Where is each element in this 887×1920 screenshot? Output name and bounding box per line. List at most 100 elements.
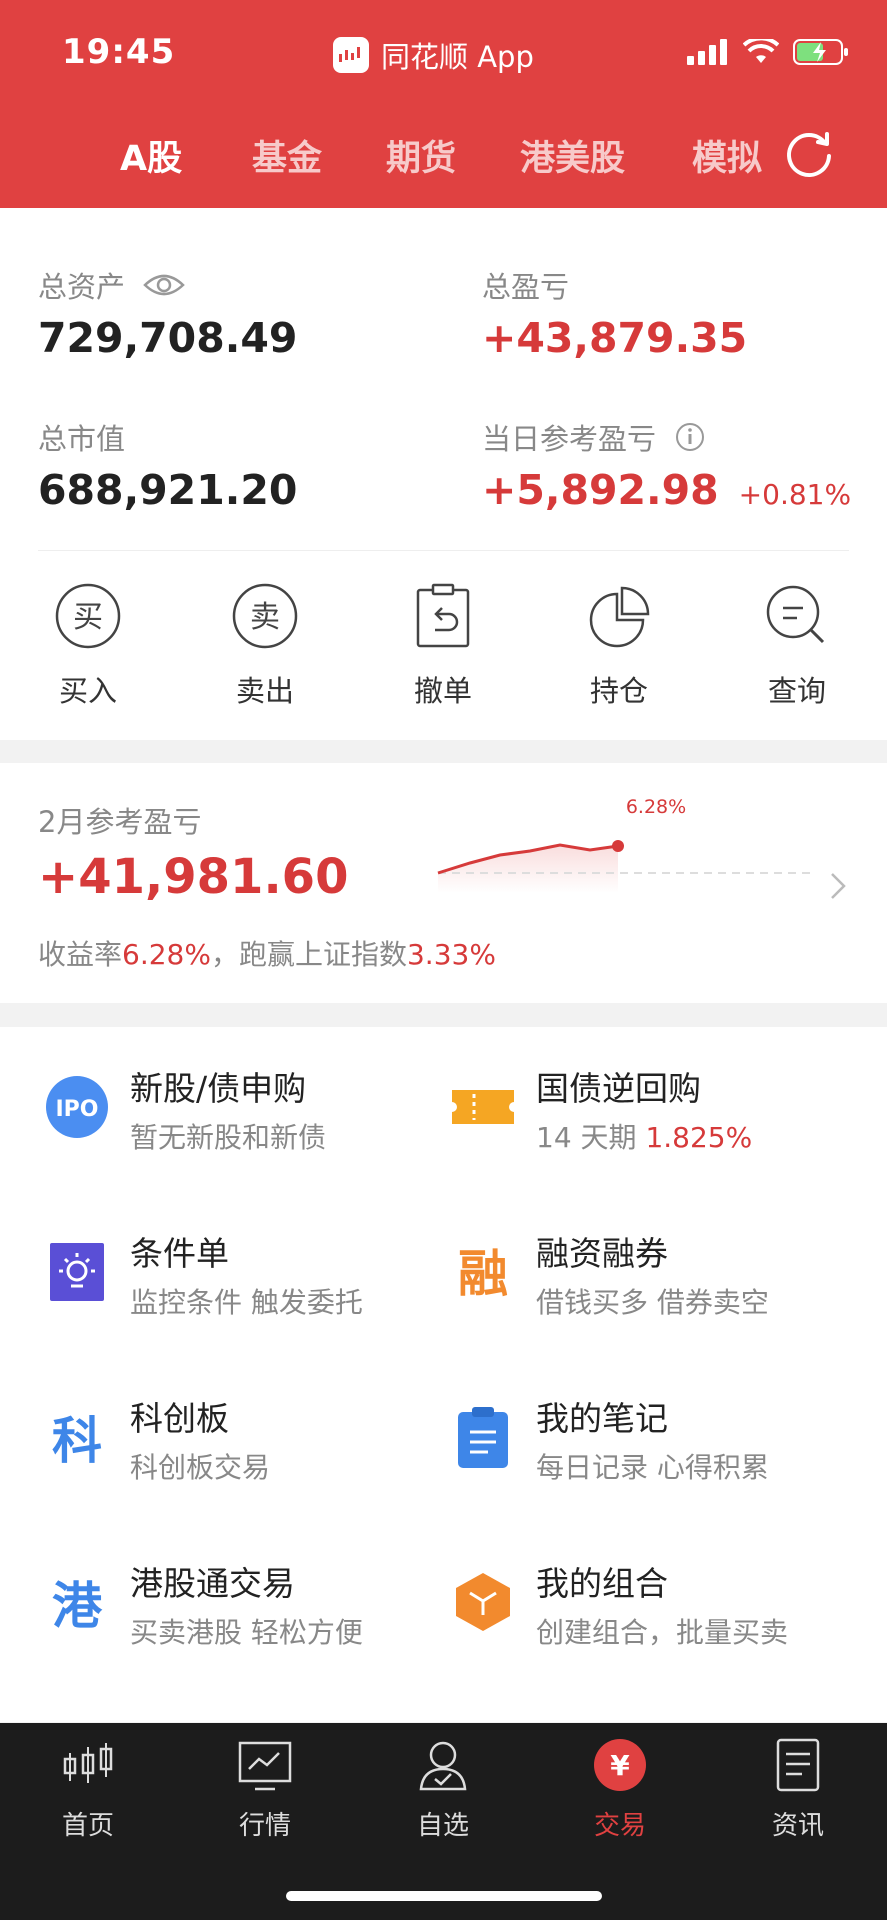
document-icon [776, 1738, 820, 1792]
nav-home[interactable]: 首页 [28, 1737, 148, 1842]
status-time: 19:45 [62, 32, 176, 72]
nav-label: 首页 [61, 1811, 114, 1841]
buy-icon: 买 [55, 583, 121, 649]
nav-label: 自选 [416, 1811, 469, 1841]
monthly-pnl-panel[interactable]: 2月参考盈亏 +41,981.60 收益率6.28%，跑赢上证指数3.33% 6… [0, 763, 887, 1003]
signal-icon [687, 39, 727, 65]
monthly-pnl-label: 2月参考盈亏 [38, 805, 202, 839]
home-indicator[interactable] [286, 1891, 602, 1901]
feature-ipo[interactable]: IPO 新股/债申购 暂无新股和新债 [44, 1062, 464, 1172]
tab-simulation[interactable]: 模拟 [692, 130, 762, 181]
sell-icon: 卖 [232, 583, 298, 649]
sparkline-point [612, 840, 624, 852]
rong-icon: 融 [458, 1245, 508, 1303]
feature-title: 港股通交易 [130, 1564, 295, 1603]
ipo-icon: IPO [46, 1076, 108, 1138]
feature-subtitle: 每日记录 心得积累 [536, 1451, 769, 1484]
beat-label: ，跑赢上证指数 [210, 938, 407, 971]
info-icon[interactable] [674, 421, 706, 453]
feature-portfolio[interactable]: 我的组合 创建组合，批量买卖 [450, 1557, 870, 1667]
feature-subtitle: 科创板交易 [130, 1451, 271, 1484]
feature-repo[interactable]: 国债逆回购 14 天期 1.825% [450, 1062, 870, 1172]
nav-label: 资讯 [771, 1811, 824, 1841]
feature-title: 国债逆回购 [536, 1069, 701, 1108]
buy-label: 买入 [58, 674, 117, 708]
query-label: 查询 [767, 674, 826, 708]
cube-icon [456, 1573, 510, 1631]
daily-pnl-value: +5,892.98 [482, 466, 719, 514]
bottom-nav: 首页 行情 自选 ¥ 交易 资讯 [0, 1723, 887, 1920]
query-button[interactable]: 查询 [737, 582, 857, 710]
feature-conditional-order[interactable]: 条件单 监控条件 触发委托 [44, 1227, 464, 1337]
chevron-right-icon[interactable] [829, 871, 847, 901]
tab-hk-us[interactable]: 港美股 [520, 130, 625, 181]
feature-subtitle: 监控条件 触发委托 [130, 1286, 363, 1319]
tab-funds[interactable]: 基金 [252, 130, 322, 181]
repo-rate: 1.825% [645, 1121, 753, 1154]
feature-margin-trading[interactable]: 融 融资融券 借钱买多 借券卖空 [450, 1227, 870, 1337]
battery-icon [793, 39, 848, 65]
nav-trade[interactable]: ¥ 交易 [560, 1737, 680, 1842]
daily-pnl-percent: +0.81% [738, 478, 852, 511]
total-pnl-label: 总盈亏 [482, 270, 570, 304]
svg-text:科: 科 [52, 1412, 102, 1470]
feature-title: 我的笔记 [536, 1399, 668, 1438]
nav-label: 行情 [238, 1811, 291, 1841]
feature-subtitle: 买卖港股 轻松方便 [130, 1616, 363, 1649]
rate-value: 6.28% [122, 938, 211, 971]
ke-icon: 科 [52, 1412, 102, 1470]
sparkline-label: 6.28% [626, 796, 686, 818]
eye-icon[interactable] [143, 271, 185, 299]
svg-text:融: 融 [458, 1245, 508, 1303]
clipboard-undo-icon [416, 583, 470, 648]
cancel-order-button[interactable]: 撤单 [383, 582, 503, 710]
user-icon [419, 1741, 467, 1791]
features-panel: IPO 新股/债申购 暂无新股和新债 国债逆回购 14 天期 1.825% 条件… [0, 1027, 887, 1722]
feature-star-market[interactable]: 科 科创板 科创板交易 [44, 1392, 464, 1502]
svg-text:买: 买 [73, 600, 103, 635]
feature-title: 我的组合 [536, 1564, 668, 1603]
positions-label: 持仓 [589, 674, 648, 708]
positions-button[interactable]: 持仓 [559, 582, 679, 710]
svg-text:卖: 卖 [250, 600, 280, 635]
monthly-pnl-value: +41,981.60 [38, 849, 349, 905]
feature-title: 条件单 [130, 1234, 229, 1273]
svg-text:港: 港 [52, 1577, 103, 1635]
monthly-rate-line: 收益率6.28%，跑赢上证指数3.33% [38, 933, 496, 973]
total-assets-label: 总资产 [38, 270, 126, 304]
nav-label: 交易 [593, 1811, 646, 1841]
tab-a-shares[interactable]: A股 [120, 130, 182, 181]
feature-hk-connect[interactable]: 港 港股通交易 买卖港股 轻松方便 [44, 1557, 464, 1667]
daily-pnl-label: 当日参考盈亏 [482, 422, 657, 456]
svg-text:IPO: IPO [55, 1097, 98, 1122]
nav-watchlist[interactable]: 自选 [383, 1737, 503, 1842]
sell-label: 卖出 [235, 674, 294, 708]
pie-chart-icon [589, 586, 650, 648]
total-assets-value: 729,708.49 [38, 314, 298, 362]
feature-title: 新股/债申购 [130, 1069, 307, 1108]
nav-news[interactable]: 资讯 [738, 1737, 858, 1842]
buy-button[interactable]: 买 买入 [28, 582, 148, 710]
tab-futures[interactable]: 期货 [386, 130, 456, 181]
feature-subtitle: 暂无新股和新债 [130, 1121, 327, 1154]
refresh-icon[interactable] [785, 128, 835, 178]
app-header: 19:45 同花顺 App A股 基金 期货 港美股 模拟 [0, 0, 887, 208]
nav-market[interactable]: 行情 [205, 1737, 325, 1842]
cancel-order-label: 撤单 [413, 674, 472, 708]
status-bar: 19:45 同花顺 App [0, 0, 887, 108]
feature-subtitle: 14 天期 1.825% [536, 1116, 752, 1156]
rate-label: 收益率 [38, 938, 123, 971]
feature-title: 融资融券 [536, 1234, 668, 1273]
feature-subtitle: 创建组合，批量买卖 [536, 1616, 789, 1649]
feature-notes[interactable]: 我的笔记 每日记录 心得积累 [450, 1392, 870, 1502]
market-value-value: 688,921.20 [38, 466, 298, 514]
sell-button[interactable]: 卖 卖出 [205, 582, 325, 710]
repo-term: 14 天期 [536, 1121, 637, 1154]
assets-panel: 总资产 729,708.49 总盈亏 +43,879.35 总市值 688,92… [0, 208, 887, 740]
monthly-sparkline: 6.28% [437, 796, 810, 893]
svg-text:¥: ¥ [610, 1749, 630, 1782]
beat-value: 3.33% [406, 938, 496, 971]
feature-title: 科创板 [130, 1399, 229, 1438]
app-logo-icon [333, 37, 369, 73]
chart-icon [238, 1741, 292, 1791]
